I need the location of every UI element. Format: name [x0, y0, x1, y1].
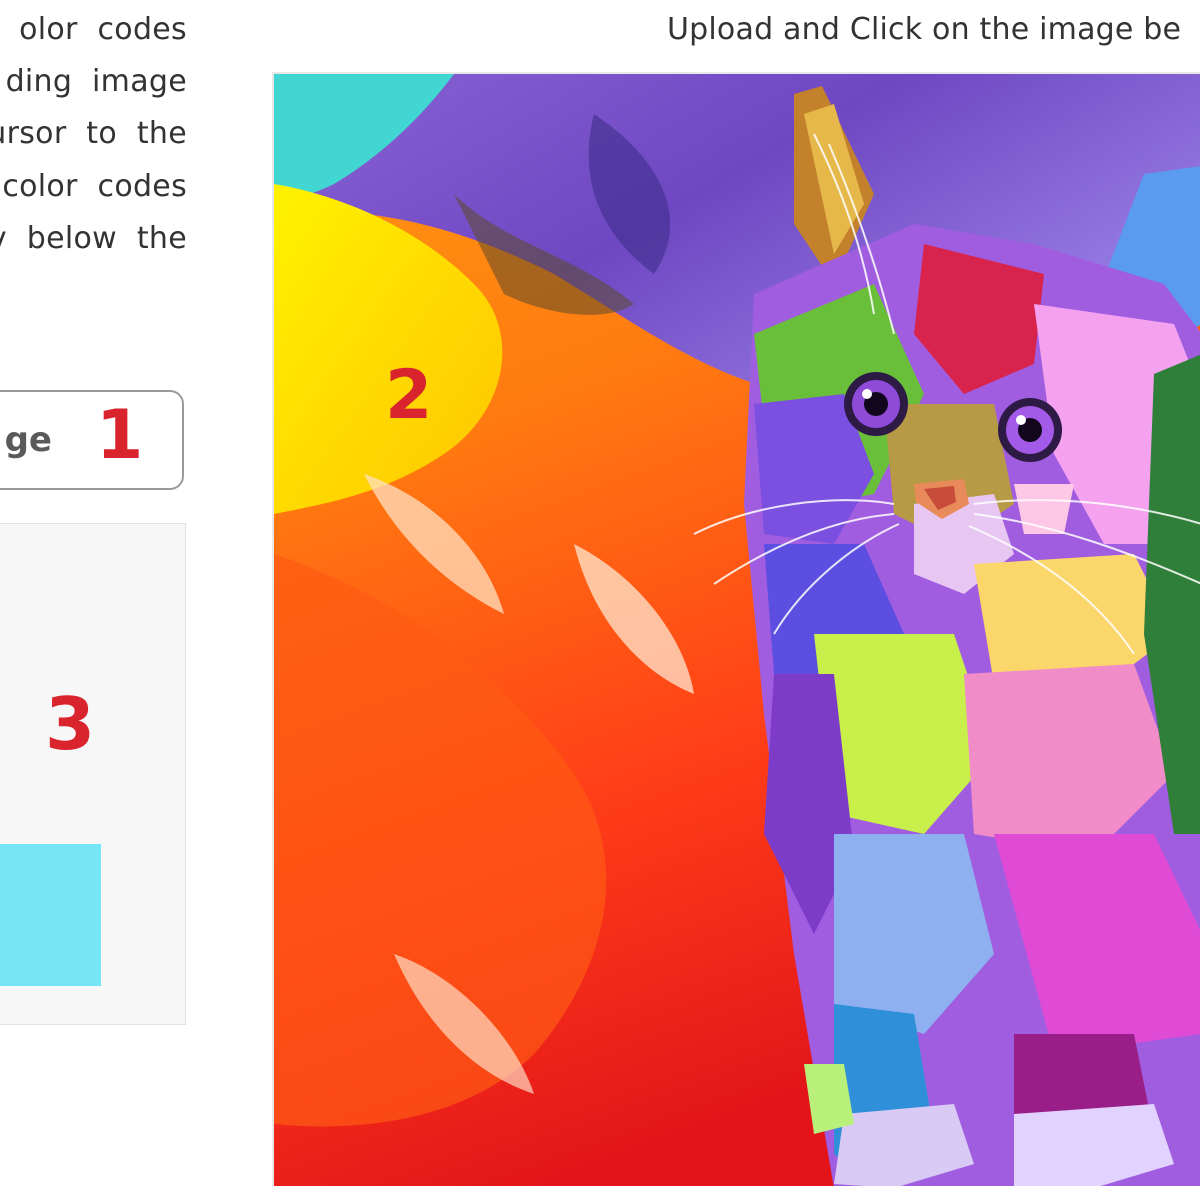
kitten-artwork-image: [274, 74, 1200, 1186]
step-marker-result: 3: [45, 682, 96, 766]
step-marker-image: 2: [385, 356, 433, 435]
upload-image-button-label: ge: [4, 420, 52, 460]
description-line: olor codes: [19, 12, 187, 47]
upload-instruction-text: Upload and Click on the image be: [667, 12, 1182, 47]
color-picker-page: olor codes ding image ursor to the color…: [0, 0, 1200, 1200]
description-line: ding image: [5, 64, 187, 99]
description-line: v below the: [0, 221, 187, 256]
description-line: color codes: [2, 169, 187, 204]
selected-color-swatch: [0, 844, 101, 986]
uploaded-image-canvas[interactable]: [272, 72, 1200, 1186]
upload-image-button[interactable]: ge: [0, 390, 184, 490]
step-marker-upload: 1: [96, 396, 144, 475]
description-line: ursor to the: [0, 116, 187, 151]
